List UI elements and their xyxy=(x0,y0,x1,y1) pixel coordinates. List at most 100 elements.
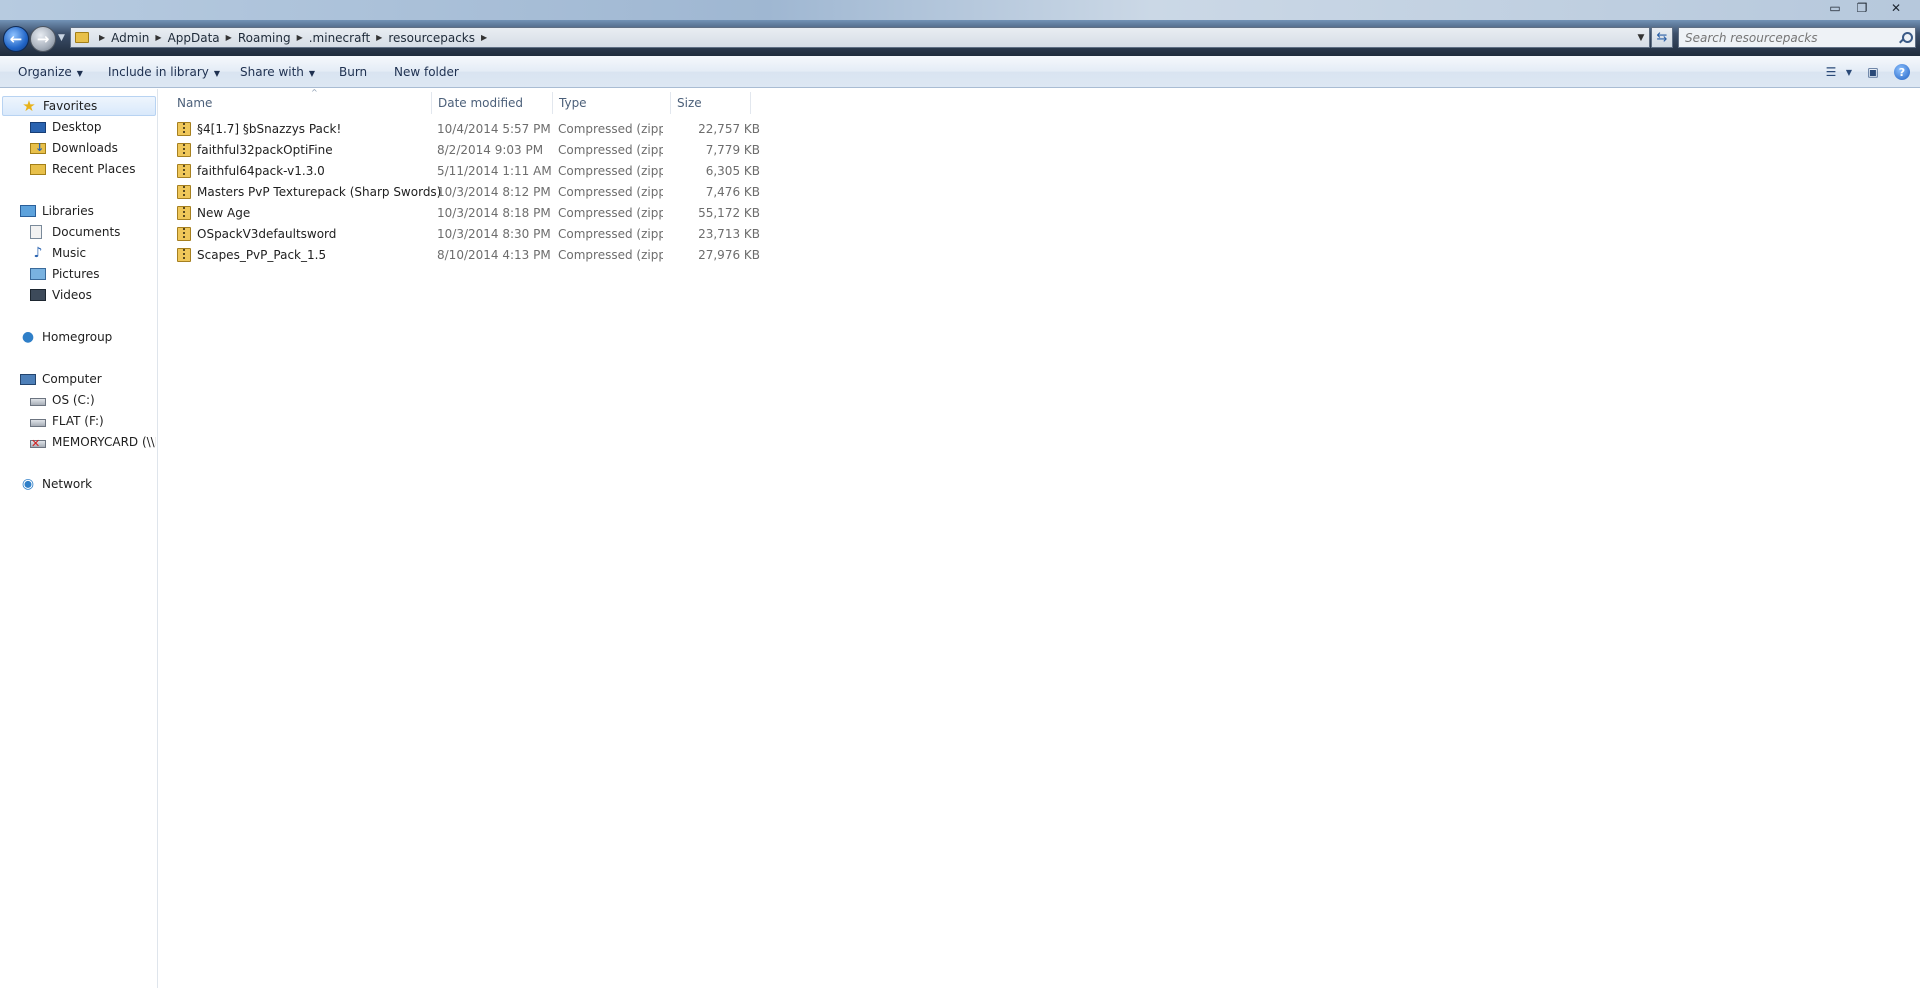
nav-favorites[interactable]: ★ Favorites xyxy=(2,96,156,116)
downloads-icon xyxy=(30,141,46,154)
file-date: 10/3/2014 8:12 PM xyxy=(437,185,551,199)
chevron-right-icon[interactable]: ▶ xyxy=(376,33,382,42)
file-type: Compressed (zipp... xyxy=(558,227,663,241)
chevron-down-icon: ▼ xyxy=(1845,67,1853,77)
table-row[interactable]: faithful32packOptiFine 8/2/2014 9:03 PM … xyxy=(175,140,765,161)
title-bar: ▭ ❐ ✕ xyxy=(0,0,1920,20)
help-icon[interactable]: ? xyxy=(1894,64,1910,80)
view-controls: ☰ ▼ ▣ ? xyxy=(1814,62,1920,82)
file-date: 5/11/2014 1:11 AM xyxy=(437,164,552,178)
search-box[interactable] xyxy=(1678,27,1916,48)
documents-icon xyxy=(30,225,42,239)
recent-pages-dropdown[interactable]: ▼ xyxy=(58,33,65,43)
table-row[interactable]: §4[1.7] §bSnazzys Pack! 10/4/2014 5:57 P… xyxy=(175,119,765,140)
maximize-button[interactable]: ❐ xyxy=(1849,0,1875,16)
nav-label: Videos xyxy=(52,288,92,302)
column-label: Date modified xyxy=(438,96,524,110)
zip-folder-icon xyxy=(177,227,191,241)
minimize-button[interactable]: ▭ xyxy=(1822,0,1848,16)
nav-drive-f[interactable]: FLAT (F:) xyxy=(30,411,104,431)
file-name: Masters PvP Texturepack (Sharp Swords) xyxy=(197,185,442,199)
nav-drive-c[interactable]: OS (C:) xyxy=(30,390,95,410)
chevron-right-icon[interactable]: ▶ xyxy=(297,33,303,42)
chevron-down-icon: ▼ xyxy=(76,69,83,78)
file-type: Compressed (zipp... xyxy=(558,206,663,220)
file-name: New Age xyxy=(197,206,251,220)
nav-videos[interactable]: Videos xyxy=(30,285,92,305)
table-row[interactable]: Scapes_PvP_Pack_1.5 8/10/2014 4:13 PM Co… xyxy=(175,245,765,266)
share-with-button[interactable]: Share with ▼ xyxy=(240,65,315,79)
navigation-pane: ★ Favorites Desktop Downloads Recent Plac… xyxy=(0,89,158,988)
breadcrumb-minecraft[interactable]: .minecraft xyxy=(309,31,370,45)
zip-folder-icon xyxy=(177,185,191,199)
chevron-right-icon[interactable]: ▶ xyxy=(155,33,161,42)
new-folder-button[interactable]: New folder xyxy=(394,65,459,79)
folder-icon xyxy=(75,32,89,43)
table-row[interactable]: Masters PvP Texturepack (Sharp Swords) 1… xyxy=(175,182,765,203)
window-controls: ▭ ❐ ✕ xyxy=(1821,0,1916,16)
nav-pictures[interactable]: Pictures xyxy=(30,264,100,284)
nav-label: FLAT (F:) xyxy=(52,414,104,428)
nav-music[interactable]: ♪ Music xyxy=(30,243,87,263)
share-with-label: Share with xyxy=(240,65,304,79)
breadcrumb-admin[interactable]: Admin xyxy=(111,31,149,45)
search-icon[interactable] xyxy=(1899,31,1913,44)
file-size: 6,305 KB xyxy=(705,164,760,178)
nav-documents[interactable]: Documents xyxy=(30,222,120,242)
column-header-type[interactable]: Type xyxy=(553,92,671,114)
organize-label: Organize xyxy=(18,65,72,79)
address-dropdown-button[interactable]: ▼ xyxy=(1633,33,1649,43)
nav-libraries[interactable]: Libraries xyxy=(20,201,94,221)
forward-button[interactable]: → xyxy=(30,26,56,52)
computer-icon xyxy=(20,373,36,385)
table-row[interactable]: OSpackV3defaultsword 10/3/2014 8:30 PM C… xyxy=(175,224,765,245)
nav-downloads[interactable]: Downloads xyxy=(30,138,118,158)
preview-pane-icon: ▣ xyxy=(1867,65,1879,79)
table-row[interactable]: New Age 10/3/2014 8:18 PM Compressed (zi… xyxy=(175,203,765,224)
file-date: 10/3/2014 8:30 PM xyxy=(437,227,551,241)
search-input[interactable] xyxy=(1685,30,1885,45)
file-type: Compressed (zipp... xyxy=(558,248,663,262)
column-label: Size xyxy=(677,96,702,110)
back-button[interactable]: ← xyxy=(3,26,29,52)
chevron-right-icon[interactable]: ▶ xyxy=(99,33,105,42)
zip-folder-icon xyxy=(177,122,191,136)
nav-desktop[interactable]: Desktop xyxy=(30,117,102,137)
file-size: 23,713 KB xyxy=(698,227,760,241)
star-icon: ★ xyxy=(22,97,36,115)
address-bar[interactable]: ▶ Admin ▶ AppData ▶ Roaming ▶ .minecraft… xyxy=(70,27,1650,48)
burn-button[interactable]: Burn xyxy=(339,65,367,79)
recent-places-icon xyxy=(30,163,46,175)
file-size: 27,976 KB xyxy=(698,248,760,262)
breadcrumb-roaming[interactable]: Roaming xyxy=(238,31,291,45)
file-name: OSpackV3defaultsword xyxy=(197,227,337,241)
file-date: 10/3/2014 8:18 PM xyxy=(437,206,551,220)
breadcrumb-resourcepacks[interactable]: resourcepacks xyxy=(388,31,475,45)
nav-recent-places[interactable]: Recent Places xyxy=(30,159,135,179)
column-header-date-modified[interactable]: Date modified xyxy=(432,92,553,114)
column-header-size[interactable]: Size xyxy=(671,92,751,114)
column-header-name[interactable]: ^ Name xyxy=(171,88,432,114)
change-view-button[interactable]: ☰ xyxy=(1820,62,1842,82)
chevron-right-icon[interactable]: ▶ xyxy=(481,33,487,42)
view-dropdown-button[interactable]: ▼ xyxy=(1842,62,1856,82)
chevron-down-icon: ▼ xyxy=(213,69,221,78)
organize-button[interactable]: Organize ▼ xyxy=(18,65,83,79)
chevron-right-icon[interactable]: ▶ xyxy=(226,33,232,42)
nav-network[interactable]: ◉ Network xyxy=(20,474,92,494)
breadcrumb-appdata[interactable]: AppData xyxy=(168,31,220,45)
close-button[interactable]: ✕ xyxy=(1876,0,1916,16)
nav-label: Downloads xyxy=(52,141,118,155)
table-row[interactable]: faithful64pack-v1.3.0 5/11/2014 1:11 AM … xyxy=(175,161,765,182)
refresh-button[interactable]: ⇆ xyxy=(1651,27,1673,48)
file-size: 7,779 KB xyxy=(705,143,760,157)
nav-homegroup[interactable]: ● Homegroup xyxy=(20,327,112,347)
disconnected-drive-icon xyxy=(30,437,46,450)
nav-memorycard[interactable]: MEMORYCARD (\\E xyxy=(30,432,156,452)
nav-computer[interactable]: Computer xyxy=(20,369,102,389)
zip-folder-icon xyxy=(177,206,191,220)
zip-folder-icon xyxy=(177,164,191,178)
include-in-library-button[interactable]: Include in library ▼ xyxy=(108,65,220,79)
preview-pane-button[interactable]: ▣ xyxy=(1862,62,1884,82)
nav-label: Pictures xyxy=(52,267,100,281)
